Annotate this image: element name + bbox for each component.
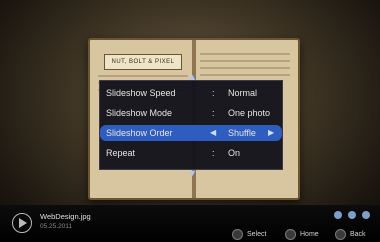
bottom-bar: WebDesign.jpg 05.25.2011 Select Home Bac… (0, 205, 380, 242)
menu-label: Slideshow Mode (106, 108, 173, 118)
settings-menu: Slideshow Speed : Normal Slideshow Mode … (99, 80, 283, 170)
book-logo: NUT, BOLT & PIXEL (104, 54, 182, 70)
back-icon (335, 229, 346, 240)
settings-icon (348, 211, 356, 219)
menu-value: One photo (228, 108, 271, 118)
menu-separator: : (212, 108, 215, 118)
scroll-down-icon[interactable]: ▼ (188, 168, 197, 178)
status-icons (334, 211, 370, 219)
menu-label: Repeat (106, 148, 136, 158)
right-arrow-icon[interactable]: ▶ (268, 128, 274, 137)
back-label: Back (350, 231, 366, 238)
home-label: Home (300, 231, 319, 238)
menu-row-slideshow-order[interactable]: Slideshow Order ◀ Shuffle ▶ (100, 125, 282, 141)
left-arrow-icon[interactable]: ◀ (210, 128, 216, 137)
select-button[interactable]: Select (232, 229, 266, 240)
menu-separator: : (212, 148, 215, 158)
help-icon (362, 211, 370, 219)
info-icon (334, 211, 342, 219)
menu-row-repeat[interactable]: Repeat : On (100, 145, 282, 161)
file-name: WebDesign.jpg (40, 212, 91, 221)
menu-value: Shuffle (228, 128, 256, 138)
play-icon[interactable] (12, 213, 32, 233)
home-button[interactable]: Home (285, 229, 319, 240)
menu-value: On (228, 148, 241, 158)
menu-row-slideshow-speed[interactable]: Slideshow Speed : Normal (100, 85, 282, 101)
home-icon (285, 229, 296, 240)
select-icon (232, 229, 243, 240)
menu-label: Slideshow Speed (106, 88, 176, 98)
menu-row-slideshow-mode[interactable]: Slideshow Mode : One photo (100, 105, 282, 121)
menu-value: Normal (228, 88, 258, 98)
back-button[interactable]: Back (335, 229, 366, 240)
select-label: Select (247, 231, 267, 238)
menu-separator: : (212, 88, 215, 98)
menu-label: Slideshow Order (106, 128, 173, 138)
file-date: 05.25.2011 (40, 223, 73, 230)
